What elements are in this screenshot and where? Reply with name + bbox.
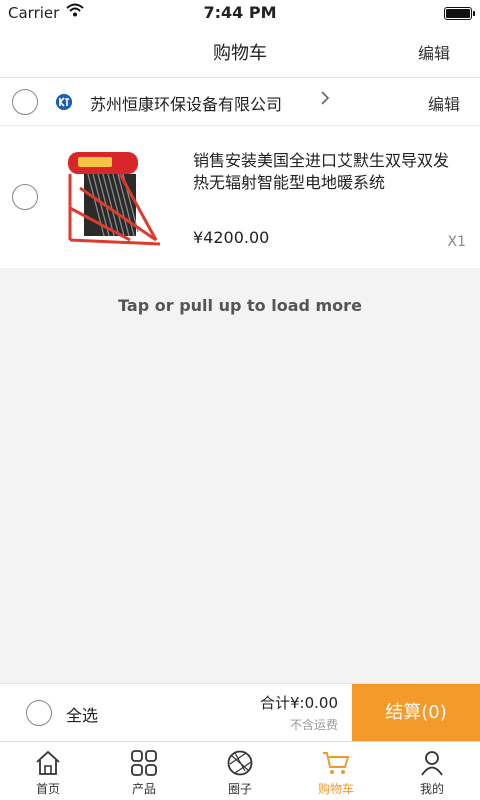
status-bar: Carrier 7:44 PM	[0, 0, 480, 26]
tab-products-label: 产品	[131, 782, 156, 796]
shop-edit-button[interactable]: 编辑	[428, 91, 460, 115]
product-title[interactable]: 销售安装美国全进口艾默生双导双发热无辐射智能型电地暖系统	[193, 150, 463, 194]
battery-icon	[444, 7, 475, 20]
aperture-icon	[227, 750, 253, 776]
load-more-hint[interactable]: Tap or pull up to load more	[0, 296, 480, 315]
grid-icon	[131, 750, 157, 776]
tab-circle[interactable]: 圈子	[192, 742, 288, 800]
tab-products[interactable]: 产品	[96, 742, 192, 800]
product-price: ¥4200.00	[193, 228, 270, 247]
tab-bar: 首页 产品 圈子 购物车 我的	[0, 741, 480, 800]
tab-home-label: 首页	[35, 782, 60, 796]
person-icon	[421, 751, 443, 776]
tab-me[interactable]: 我的	[384, 742, 480, 800]
chevron-right-icon[interactable]	[320, 89, 330, 112]
clock: 7:44 PM	[203, 3, 277, 22]
cart-icon	[323, 752, 350, 774]
cart-item[interactable]: 销售安装美国全进口艾默生双导双发热无辐射智能型电地暖系统 ¥4200.00 X1	[0, 126, 480, 268]
nav-bar: 购物车 编辑	[0, 26, 480, 78]
tab-circle-label: 圈子	[227, 782, 252, 796]
tab-me-label: 我的	[419, 782, 444, 796]
item-select-checkbox[interactable]	[12, 184, 38, 210]
tab-cart[interactable]: 购物车	[288, 742, 384, 800]
shop-header-row: 苏州恒康环保设备有限公司 编辑	[0, 78, 480, 126]
total-price: 合计¥:0.00	[260, 694, 338, 712]
select-all-checkbox[interactable]	[26, 700, 52, 726]
tab-cart-label: 购物车	[317, 782, 354, 796]
home-icon	[36, 750, 60, 775]
select-all-label[interactable]: 全选	[66, 702, 98, 726]
shipping-note: 不含运费	[289, 718, 338, 732]
product-image[interactable]	[60, 148, 166, 248]
page-title: 购物车	[213, 43, 267, 64]
checkout-bar: 全选 合计¥:0.00 不含运费 结算(0)	[0, 683, 480, 742]
tab-home[interactable]: 首页	[0, 742, 96, 800]
shop-select-checkbox[interactable]	[12, 89, 38, 115]
edit-button[interactable]: 编辑	[418, 40, 450, 64]
shop-name-link[interactable]: 苏州恒康环保设备有限公司	[90, 91, 282, 115]
company-logo-icon	[56, 94, 72, 110]
product-quantity: X1	[447, 234, 467, 250]
checkout-button[interactable]: 结算(0)	[352, 684, 480, 742]
